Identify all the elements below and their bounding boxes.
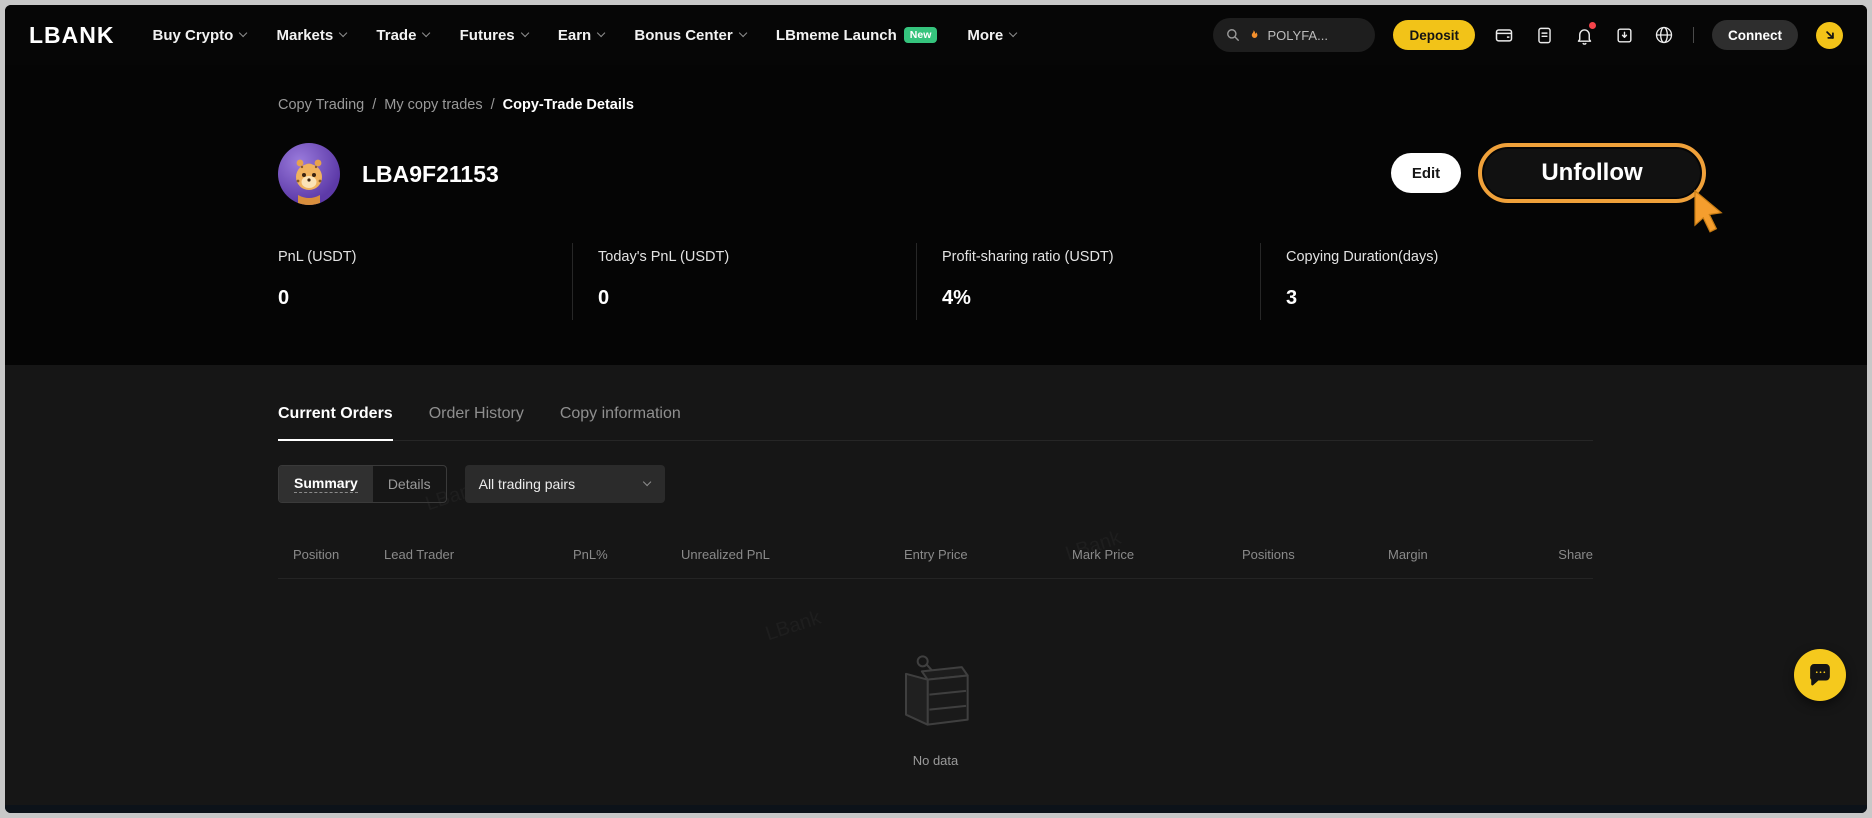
stat-todays-pnl: Today's PnL (USDT) 0	[572, 243, 916, 320]
segment-details[interactable]: Details	[373, 466, 446, 502]
connect-wallet-button[interactable]: Connect	[1712, 20, 1798, 50]
chevron-down-icon	[597, 29, 606, 38]
chat-bubble-icon	[1807, 662, 1833, 688]
nav-right-controls: Deposit Connect	[1213, 18, 1843, 52]
orders-panel: LBank LBank LBank Current Orders Order H…	[5, 365, 1867, 805]
segment-summary[interactable]: Summary	[279, 466, 373, 502]
language-globe-icon[interactable]	[1653, 24, 1675, 46]
breadcrumb-separator: /	[491, 97, 495, 113]
nav-markets[interactable]: Markets	[277, 27, 347, 44]
nav-bonus-center[interactable]: Bonus Center	[634, 27, 746, 44]
orders-tabs: Current Orders Order History Copy inform…	[278, 405, 1593, 441]
breadcrumb-current-page: Copy-Trade Details	[503, 97, 634, 113]
stat-profit-sharing-ratio: Profit-sharing ratio (USDT) 4%	[916, 243, 1260, 320]
empty-box-icon	[886, 643, 986, 743]
lbank-logo[interactable]: LBANK	[29, 22, 115, 49]
stat-copying-duration: Copying Duration(days) 3	[1260, 243, 1607, 320]
wallet-icon[interactable]	[1493, 24, 1515, 46]
cursor-pointer-icon	[1688, 189, 1730, 252]
nav-divider	[1693, 27, 1694, 43]
chevron-down-icon	[643, 478, 652, 487]
breadcrumb-my-copy-trades[interactable]: My copy trades	[384, 97, 482, 113]
breadcrumb-separator: /	[372, 97, 376, 113]
download-app-icon[interactable]	[1613, 24, 1635, 46]
view-mode-segmented-control: Summary Details	[278, 465, 447, 503]
nav-buy-crypto[interactable]: Buy Crypto	[153, 27, 247, 44]
lbank-app: LBANK Buy Crypto Markets Trade Futures E…	[5, 5, 1867, 813]
nav-futures[interactable]: Futures	[460, 27, 528, 44]
unfollow-button[interactable]: Unfollow	[1478, 143, 1706, 203]
tab-copy-information[interactable]: Copy information	[560, 405, 681, 423]
tab-order-history[interactable]: Order History	[429, 405, 524, 423]
stats-row: PnL (USDT) 0 Today's PnL (USDT) 0 Profit…	[278, 243, 1607, 320]
deposit-button[interactable]: Deposit	[1393, 20, 1475, 50]
footer-edge	[5, 805, 1867, 813]
search-box[interactable]	[1213, 18, 1375, 52]
search-icon	[1226, 28, 1240, 42]
chevron-down-icon	[239, 29, 248, 38]
col-position: Position	[293, 547, 384, 562]
stat-pnl: PnL (USDT) 0	[278, 243, 572, 320]
nav-lbmeme-launch[interactable]: LBmeme LaunchNew	[776, 27, 937, 44]
trader-profile: LBA9F21153	[278, 143, 499, 205]
chevron-down-icon	[422, 29, 431, 38]
breadcrumb: Copy Trading / My copy trades / Copy-Tra…	[278, 97, 634, 113]
tab-current-orders[interactable]: Current Orders	[278, 405, 393, 423]
nav-more[interactable]: More	[967, 27, 1016, 44]
trading-pairs-dropdown[interactable]: All trading pairs	[465, 465, 665, 503]
search-input[interactable]	[1267, 28, 1357, 43]
col-pnl-percent: PnL%	[573, 547, 681, 562]
col-share: Share	[1550, 547, 1593, 562]
lbank-coin-icon[interactable]	[1816, 22, 1843, 49]
notification-dot	[1589, 22, 1596, 29]
col-unrealized-pnl: Unrealized PnL	[681, 547, 904, 562]
nav-earn[interactable]: Earn	[558, 27, 605, 44]
chevron-down-icon	[1009, 29, 1018, 38]
top-navbar: LBANK Buy Crypto Markets Trade Futures E…	[5, 5, 1867, 65]
new-badge: New	[904, 27, 938, 43]
breadcrumb-copy-trading[interactable]: Copy Trading	[278, 97, 364, 113]
notifications-bell-icon[interactable]	[1573, 24, 1595, 46]
copy-trade-header: Copy Trading / My copy trades / Copy-Tra…	[5, 65, 1867, 365]
orders-controls: Summary Details All trading pairs	[278, 465, 1593, 503]
main-nav: Buy Crypto Markets Trade Futures Earn Bo…	[153, 27, 1214, 44]
col-entry-price: Entry Price	[904, 547, 1072, 562]
table-header: Position Lead Trader PnL% Unrealized PnL…	[278, 547, 1593, 579]
col-lead-trader: Lead Trader	[384, 547, 573, 562]
trader-avatar	[278, 143, 340, 205]
chevron-down-icon	[339, 29, 348, 38]
col-margin: Margin	[1388, 547, 1550, 562]
chevron-down-icon	[738, 29, 747, 38]
edit-button[interactable]: Edit	[1391, 153, 1461, 193]
no-data-text: No data	[913, 753, 959, 768]
flame-icon	[1247, 29, 1260, 42]
trader-id: LBA9F21153	[362, 161, 499, 188]
chevron-down-icon	[520, 29, 529, 38]
live-chat-button[interactable]	[1794, 649, 1846, 701]
col-mark-price: Mark Price	[1072, 547, 1242, 562]
empty-state: No data	[278, 643, 1593, 768]
nav-trade[interactable]: Trade	[376, 27, 429, 44]
col-positions: Positions	[1242, 547, 1388, 562]
orders-document-icon[interactable]	[1533, 24, 1555, 46]
